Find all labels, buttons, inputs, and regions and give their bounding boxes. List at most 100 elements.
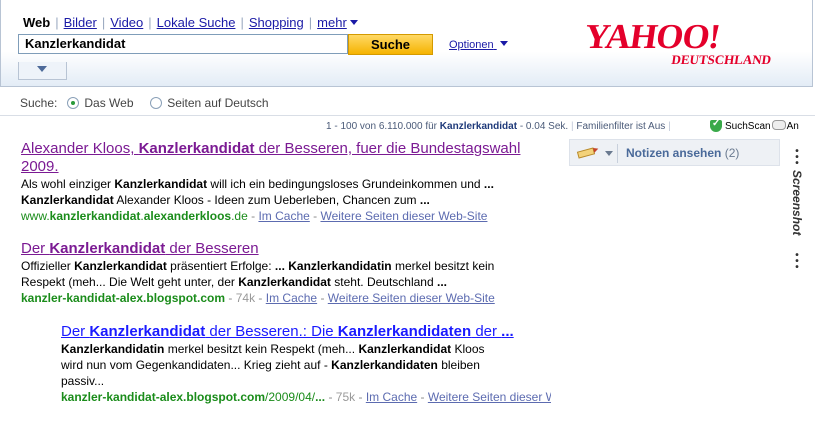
result-time: - 0.04 Sek.	[519, 121, 569, 132]
snippet-ellipsis: ...	[483, 177, 494, 191]
collapse-toggle[interactable]	[18, 62, 67, 80]
result-size: 74k	[235, 291, 256, 305]
snippet-text: Kloos	[451, 342, 485, 356]
snippet-text: will ich ein bedingungsloses Grundeinkom…	[207, 177, 484, 191]
title-part: Der	[21, 240, 50, 257]
snippet-ellipsis: ...	[419, 193, 430, 207]
title-part: Alexander Kloos,	[21, 140, 139, 157]
title-part: Der	[61, 323, 90, 340]
more-from-site-link[interactable]: Weitere Seiten dieser Web-Site	[328, 291, 495, 305]
snippet-highlight: Kanzlerkandidatin	[61, 342, 165, 356]
tab-bilder[interactable]: Bilder	[64, 15, 97, 30]
chevron-down-icon[interactable]	[349, 20, 358, 25]
chevron-down-icon	[499, 41, 508, 46]
cache-link[interactable]: Im Cache	[258, 209, 309, 223]
notes-link[interactable]: Notizen ansehen (2)	[626, 146, 739, 160]
yahoo-logo[interactable]: YAHOO! DEUTSCHLAND	[586, 14, 776, 70]
tab-lokale-suche[interactable]: Lokale Suche	[157, 15, 236, 30]
snippet-highlight: Kanzlerkandidat	[21, 193, 114, 207]
snippet-text: bleiben	[437, 358, 480, 372]
cache-link[interactable]: Im Cache	[266, 291, 317, 305]
more-from-site-link[interactable]: Weitere Seiten dieser Web-Site	[428, 390, 551, 404]
result-title-link[interactable]: Der Kanzlerkandidat der Besseren.: Die K…	[61, 323, 551, 341]
title-highlight: Kanzlerkandidat	[49, 240, 166, 257]
snippet-highlight: Kanzlerkandidat	[238, 275, 331, 289]
result-snippet: Kanzlerkandidatin merkel besitzt kein Re…	[61, 341, 551, 357]
snippet-text: Alexander Kloos - Ideen zum Ueberleben, …	[113, 193, 420, 207]
chevron-down-icon	[37, 66, 47, 72]
snippet-highlight: Kanzlerkandidat	[358, 342, 452, 356]
logo-sub-text: DEUTSCHLAND	[671, 52, 773, 67]
result-meta: kanzler-kandidat-alex.blogspot.com/2009/…	[61, 389, 551, 405]
result-title-link[interactable]: Der Kanzlerkandidat der Besseren	[21, 240, 495, 258]
result-meta: kanzler-kandidat-alex.blogspot.com - 74k…	[21, 291, 495, 305]
tab-shopping[interactable]: Shopping	[249, 15, 304, 30]
radio-seiten-auf-deutsch-label[interactable]: Seiten auf Deutsch	[167, 96, 268, 110]
search-input[interactable]: Kanzlerkandidat	[18, 34, 348, 54]
result-query: Kanzlerkandidat	[439, 121, 518, 132]
result-size: 75k	[335, 390, 356, 404]
radio-seiten-auf-deutsch[interactable]	[150, 97, 163, 109]
url-part: /2009/04/	[265, 390, 316, 404]
tab-web[interactable]: Web	[23, 15, 50, 30]
result-url[interactable]: www.kanzlerkandidat.alexanderkloos.de	[21, 209, 248, 223]
shield-icon	[710, 118, 722, 132]
radio-das-web-label[interactable]: Das Web	[84, 96, 133, 110]
options-link[interactable]: Optionen	[449, 39, 508, 51]
pencil-icon[interactable]	[576, 146, 600, 160]
url-highlight: kanzlerkandidat	[49, 209, 141, 223]
family-filter-link[interactable]: Familienfilter ist Aus	[576, 121, 665, 132]
more-from-site-link[interactable]: Weitere Seiten dieser Web-Site	[320, 209, 487, 223]
title-part: der Besseren.: Die	[205, 323, 338, 340]
notes-count: (2)	[724, 146, 740, 160]
title-part: der	[471, 323, 502, 340]
result-snippet: Als wohl einziger Kanzlerkandidat will i…	[21, 176, 520, 192]
result-snippet: Offizieller Kanzlerkandidat präsentiert …	[21, 258, 495, 274]
vertical-tabs: Web | Bilder | Video | Lokale Suche | Shopping | m…	[23, 15, 358, 30]
title-highlight: Kanzlerkandidaten	[337, 323, 472, 340]
logo-main-text: YAHOO!	[586, 17, 722, 56]
chevron-down-icon[interactable]	[605, 151, 613, 156]
tab-video[interactable]: Video	[110, 15, 143, 30]
search-result: Alexander Kloos, Kanzlerkandidat der Bes…	[21, 140, 520, 224]
result-title-link[interactable]: 2009.	[21, 158, 520, 176]
result-url[interactable]: kanzler-kandidat-alex.blogspot.com	[21, 291, 225, 305]
suchscan-label: SuchScan	[725, 121, 771, 132]
url-part: www.	[21, 209, 50, 223]
snippet-text: wird nun vom Gegenkandidaten... Krieg zi…	[61, 358, 332, 372]
snippet-highlight: Kanzlerkandidatin	[288, 259, 392, 273]
snippet-ellipsis: ...	[274, 259, 285, 273]
snippet-text: Offizieller	[21, 259, 75, 273]
result-stats: 1 - 100 von 6.110.000 für Kanzlerkandida…	[326, 121, 671, 132]
radio-das-web[interactable]	[67, 97, 80, 109]
scope-label: Suche:	[20, 96, 58, 110]
title-highlight: Kanzlerkandidat	[138, 140, 255, 157]
suchscan-toggle[interactable]: SuchScan An	[710, 118, 799, 132]
snippet-ellipsis: ...	[436, 275, 447, 289]
result-url[interactable]: kanzler-kandidat-alex.blogspot.com/2009/…	[61, 390, 325, 404]
screenshot-side-tab[interactable]: • • • Screenshot • • •	[786, 148, 808, 278]
notes-panel[interactable]: Notizen ansehen (2)	[569, 139, 780, 166]
search-header: Web | Bilder | Video | Lokale Suche | Shopping | m…	[0, 0, 813, 87]
title-part: der Besseren	[165, 240, 259, 257]
options-label: Optionen	[449, 39, 494, 51]
title-part: der Besseren, fuer die Bundestagswahl	[254, 140, 521, 157]
result-snippet: passiv...	[61, 374, 105, 388]
url-part: kanzler-kandidat-alex.blogspot.com	[61, 390, 266, 404]
result-snippet: Respekt (meh... Die Welt geht unter, der…	[21, 274, 495, 290]
tab-mehr[interactable]: mehr	[317, 15, 347, 30]
toggle-icon[interactable]	[771, 120, 786, 130]
url-part: ...	[315, 390, 326, 404]
cache-link[interactable]: Im Cache	[366, 390, 417, 404]
url-highlight: alexanderkloos	[143, 209, 232, 223]
search-button[interactable]: Suche	[348, 34, 433, 55]
screenshot-dots-bottom: •	[795, 262, 799, 273]
title-ellipsis: ...	[501, 323, 514, 340]
snippet-highlight: Kanzlerkandidat	[74, 259, 167, 273]
result-title-link[interactable]: Alexander Kloos, Kanzlerkandidat der Bes…	[21, 140, 520, 158]
search-scope-bar: Suche: Das Web Seiten auf Deutsch	[20, 96, 269, 110]
snippet-text: Als wohl einziger	[21, 177, 115, 191]
snippet-text: merkel besitzt kein Respekt (meh...	[164, 342, 359, 356]
result-snippet: wird nun vom Gegenkandidaten... Krieg zi…	[61, 357, 551, 373]
screenshot-label: Screenshot	[790, 170, 804, 236]
